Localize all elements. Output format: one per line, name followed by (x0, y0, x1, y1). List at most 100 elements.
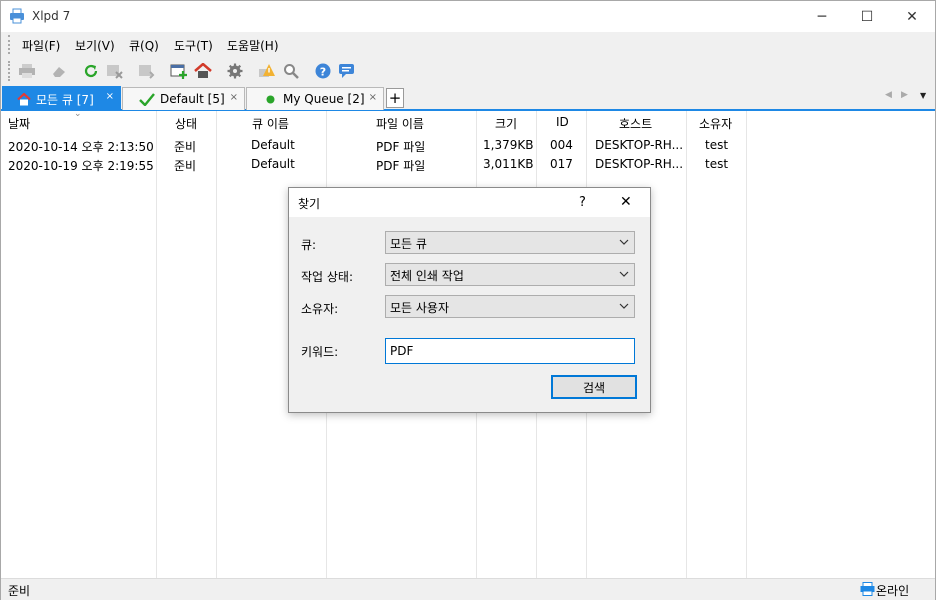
find-button[interactable] (281, 61, 301, 81)
cell-state: 준비 (174, 159, 197, 173)
menu-queue[interactable]: 큐(Q) (129, 37, 159, 54)
maximize-icon: ☐ (860, 8, 874, 25)
cell-state: 준비 (174, 140, 197, 154)
refresh-button[interactable] (81, 61, 101, 81)
cell-size: 3,011KB (483, 157, 534, 171)
keyword-input[interactable]: PDF (385, 338, 635, 364)
add-queue-button[interactable] (169, 61, 189, 81)
menu-view[interactable]: 보기(V) (75, 37, 115, 54)
tab-scroll-right-icon[interactable]: ▶ (901, 90, 908, 100)
title-bar: Xlpd 7 ─ ☐ ✕ (1, 1, 935, 32)
queue-label: 큐: (301, 238, 317, 252)
eraser-button[interactable] (49, 61, 69, 81)
header-state[interactable]: 상태 (175, 115, 197, 132)
window-title: Xlpd 7 (32, 9, 71, 23)
cell-queue: Default (251, 138, 295, 152)
menu-help[interactable]: 도움말(H) (227, 37, 279, 54)
chevron-down-icon (619, 303, 629, 309)
refresh-icon (84, 64, 98, 78)
tab-menu-icon[interactable]: ▼ (920, 91, 926, 100)
close-tab-icon[interactable]: × (106, 91, 114, 102)
toolbar-grip[interactable] (8, 61, 10, 81)
tab-label: My Queue [2] (283, 92, 365, 106)
owner-select[interactable]: 모든 사용자 (385, 295, 635, 318)
delete-job-button[interactable] (105, 61, 125, 81)
job-state-select-value: 전체 인쇄 작업 (390, 269, 464, 283)
status-bar: 준비 온라인 (1, 578, 935, 600)
tab-scroll-left-icon[interactable]: ◀ (885, 90, 892, 100)
header-size[interactable]: 크기 (495, 115, 517, 132)
close-icon: ✕ (906, 8, 918, 25)
sort-descending-icon: ⌄ (74, 109, 82, 119)
tab-label: Default [5] (160, 92, 225, 106)
check-icon (139, 92, 155, 106)
alert-icon (259, 64, 275, 77)
header-id[interactable]: ID (556, 115, 569, 129)
tab-my-queue[interactable]: My Queue [2] × (246, 87, 384, 110)
status-text: 준비 (8, 584, 31, 598)
queue-tab-bar: 모든 큐 [7] × Default [5] × My Queue [2] × … (1, 85, 935, 111)
column-date (1, 111, 157, 578)
cell-date: 2020-10-14 오후 2:13:50 (8, 140, 154, 154)
header-date[interactable]: 날짜 (8, 115, 30, 132)
close-tab-icon[interactable]: × (369, 92, 377, 103)
printer-app-icon (10, 8, 24, 24)
maximize-button[interactable]: ☐ (844, 1, 890, 32)
menu-file[interactable]: 파일(F) (22, 37, 60, 54)
cell-owner: test (705, 138, 729, 152)
column-state (157, 111, 217, 578)
connection-status: 온라인 (876, 584, 910, 598)
dialog-title: 찾기 (298, 197, 321, 211)
add-tab-button[interactable]: + (386, 88, 404, 108)
home-icon (194, 63, 212, 78)
move-job-button[interactable] (137, 61, 157, 81)
help-button[interactable]: ? (313, 61, 333, 81)
job-state-select[interactable]: 전체 인쇄 작업 (385, 263, 635, 286)
message-button[interactable] (337, 61, 357, 81)
delete-job-icon (107, 65, 123, 79)
queue-select[interactable]: 모든 큐 (385, 231, 635, 254)
toolbar: ? (1, 57, 935, 85)
add-queue-icon (170, 64, 187, 79)
header-queue-name[interactable]: 큐 이름 (252, 115, 289, 132)
gear-icon (227, 63, 243, 79)
alert-button[interactable] (257, 61, 277, 81)
search-button[interactable]: 검색 (551, 375, 637, 399)
cell-filename: PDF 파일 (376, 159, 426, 173)
header-owner[interactable]: 소유자 (699, 115, 732, 132)
cell-owner: test (705, 157, 729, 171)
menu-grip[interactable] (8, 35, 10, 54)
app-window: Xlpd 7 ─ ☐ ✕ 파일(F) 보기(V) 큐(Q) 도구(T) 도움말(… (0, 0, 936, 600)
header-file-name[interactable]: 파일 이름 (376, 115, 424, 132)
close-tab-icon[interactable]: × (230, 92, 238, 103)
find-dialog: 찾기 ? ✕ 큐: 모든 큐 작업 상태: 전체 인쇄 작업 소유자: 모든 사… (288, 187, 651, 413)
minimize-icon: ─ (817, 8, 827, 25)
cell-host: DESKTOP-RH... (595, 157, 684, 171)
queue-select-value: 모든 큐 (390, 237, 427, 251)
chat-icon (339, 64, 354, 78)
owner-label: 소유자: (301, 302, 339, 316)
cell-size: 1,379KB (483, 138, 534, 152)
chevron-down-icon (619, 239, 629, 245)
tab-all-queues[interactable]: 모든 큐 [7] × (2, 86, 121, 111)
settings-button[interactable] (225, 61, 245, 81)
menu-tools[interactable]: 도구(T) (174, 37, 213, 54)
column-owner (687, 111, 747, 578)
print-button[interactable] (17, 61, 37, 81)
dialog-title-bar: 찾기 ? ✕ (289, 188, 650, 217)
cell-date: 2020-10-19 오후 2:19:55 (8, 159, 154, 173)
printer-online-icon (860, 582, 875, 596)
owner-select-value: 모든 사용자 (390, 301, 450, 315)
dialog-help-button[interactable]: ? (579, 195, 586, 210)
menu-bar: 파일(F) 보기(V) 큐(Q) 도구(T) 도움말(H) (1, 32, 935, 57)
cell-host: DESKTOP-RH... (595, 138, 684, 152)
minimize-button[interactable]: ─ (799, 1, 845, 32)
home-icon (17, 92, 31, 105)
header-host[interactable]: 호스트 (619, 115, 652, 132)
chevron-down-icon (619, 271, 629, 277)
home-queue-button[interactable] (193, 61, 213, 81)
tab-default[interactable]: Default [5] × (122, 87, 245, 110)
search-icon (284, 64, 299, 79)
dialog-close-button[interactable]: ✕ (620, 194, 632, 210)
close-button[interactable]: ✕ (889, 1, 935, 32)
